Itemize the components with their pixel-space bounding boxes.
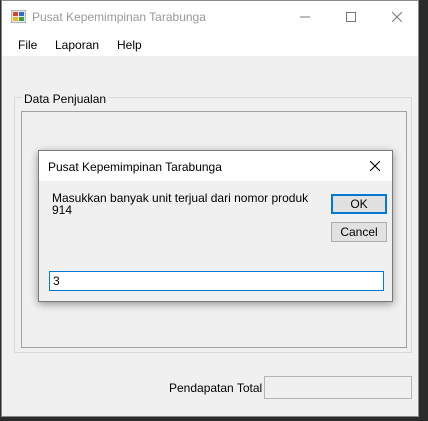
close-button[interactable] — [374, 1, 420, 32]
maximize-icon — [346, 11, 356, 22]
dialog-title-bar: Pusat Kepemimpinan Tarabunga — [39, 151, 392, 181]
menu-laporan[interactable]: Laporan — [55, 38, 99, 52]
minimize-button[interactable] — [282, 1, 328, 32]
menu-help[interactable]: Help — [117, 38, 142, 52]
close-icon — [370, 161, 380, 171]
menu-bar: File Laporan Help — [2, 32, 418, 56]
window-title: Pusat Kepemimpinan Tarabunga — [32, 10, 206, 24]
units-sold-input[interactable] — [49, 271, 384, 291]
dialog-prompt: Masukkan banyak unit terjual dari nomor … — [52, 192, 312, 216]
total-revenue-field — [264, 376, 412, 399]
close-icon — [392, 11, 402, 22]
product-number: 914 — [52, 203, 73, 217]
ok-button[interactable]: OK — [331, 194, 387, 214]
menu-file[interactable]: File — [18, 38, 37, 52]
app-icon — [11, 10, 26, 23]
maximize-button[interactable] — [328, 1, 374, 32]
cancel-button[interactable]: Cancel — [331, 222, 387, 242]
groupbox-title: Data Penjualan — [22, 92, 109, 106]
prompt-text: Masukkan banyak unit terjual dari nomor … — [52, 191, 309, 205]
minimize-icon — [300, 16, 310, 17]
input-dialog: Pusat Kepemimpinan Tarabunga Masukkan ba… — [38, 150, 393, 302]
dialog-title: Pusat Kepemimpinan Tarabunga — [48, 160, 222, 174]
dialog-close-button[interactable] — [358, 151, 392, 181]
title-bar: Pusat Kepemimpinan Tarabunga — [2, 1, 418, 32]
total-revenue-label: Pendapatan Total — [169, 381, 263, 395]
